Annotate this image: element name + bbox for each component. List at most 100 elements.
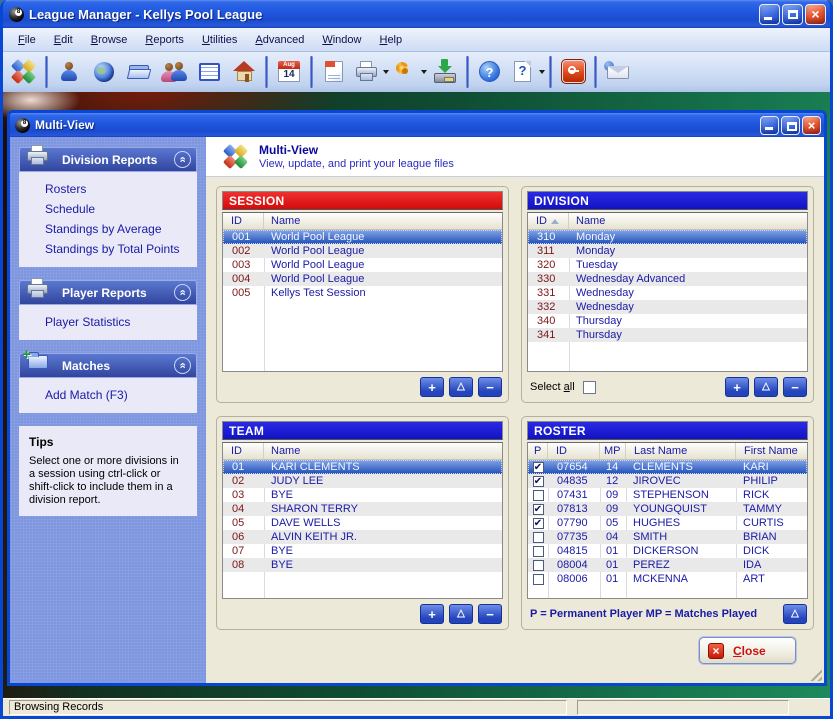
- team-row[interactable]: 05DAVE WELLS: [223, 516, 502, 530]
- team-row[interactable]: 01KARI CLEMENTS: [223, 460, 502, 474]
- division-row[interactable]: 332Wednesday: [528, 300, 807, 314]
- menu-reports[interactable]: Reports: [136, 31, 193, 49]
- install-toolbar-button[interactable]: [428, 55, 462, 89]
- roster-row[interactable]: ✔0781309YOUNGQUISTTAMMY: [528, 502, 807, 516]
- resize-grip[interactable]: [807, 666, 822, 681]
- sidebar-item-standings-by-total-points[interactable]: Standings by Total Points: [45, 239, 193, 259]
- column-header-name[interactable]: Name: [264, 443, 502, 459]
- dropdown-arrow-icon[interactable]: [383, 70, 389, 74]
- section-header-player-reports[interactable]: Player Reports«: [19, 280, 197, 305]
- permanent-player-checkbox[interactable]: [533, 490, 544, 501]
- column-header-last-name[interactable]: Last Name: [626, 443, 736, 459]
- division-edit-button[interactable]: △: [754, 377, 778, 397]
- roster-row[interactable]: 0773504SMITHBRIAN: [528, 530, 807, 544]
- team-list[interactable]: ID Name 01KARI CLEMENTS02JUDY LEE03BYE04…: [222, 442, 503, 599]
- roster-edit-button[interactable]: △: [783, 604, 807, 624]
- collapse-chevron-button[interactable]: «: [174, 284, 191, 301]
- roster-row[interactable]: 0800601MCKENNAART: [528, 572, 807, 586]
- permanent-player-checkbox[interactable]: ✔: [533, 518, 544, 529]
- collapse-chevron-button[interactable]: «: [174, 151, 191, 168]
- division-row[interactable]: 310Monday: [528, 230, 807, 244]
- column-header-name[interactable]: Name: [569, 213, 807, 229]
- roster-row[interactable]: 0800401PEREZIDA: [528, 558, 807, 572]
- roster-row[interactable]: ✔0765414CLEMENTSKARI: [528, 460, 807, 474]
- session-edit-button[interactable]: △: [449, 377, 473, 397]
- permanent-player-checkbox[interactable]: ✔: [533, 476, 544, 487]
- menu-help[interactable]: Help: [370, 31, 411, 49]
- column-header-id[interactable]: ID: [223, 443, 264, 459]
- exit-toolbar-button[interactable]: [556, 55, 590, 89]
- minimize-button[interactable]: [759, 4, 780, 25]
- sidebar-item-add-match-f3-[interactable]: Add Match (F3): [45, 385, 193, 405]
- division-row[interactable]: 340Thursday: [528, 314, 807, 328]
- collapse-chevron-button[interactable]: «: [174, 357, 191, 374]
- division-list[interactable]: ID Name 310Monday311Monday320Tuesday330W…: [527, 212, 808, 372]
- player-toolbar-button[interactable]: [52, 55, 86, 89]
- session-row[interactable]: 005Kellys Test Session: [223, 286, 502, 300]
- multiview-close-button[interactable]: ×: [802, 116, 821, 135]
- division-add-button[interactable]: +: [725, 377, 749, 397]
- team-add-button[interactable]: +: [420, 604, 444, 624]
- permanent-player-checkbox[interactable]: [533, 532, 544, 543]
- division-delete-button[interactable]: −: [783, 377, 807, 397]
- team-row[interactable]: 07BYE: [223, 544, 502, 558]
- mail-toolbar-button[interactable]: [601, 55, 635, 89]
- column-header-name[interactable]: Name: [264, 213, 502, 229]
- menu-utilities[interactable]: Utilities: [193, 31, 246, 49]
- maximize-button[interactable]: [782, 4, 803, 25]
- multiview-maximize-button[interactable]: [781, 116, 800, 135]
- menu-browse[interactable]: Browse: [82, 31, 137, 49]
- home-toolbar-button[interactable]: [227, 55, 261, 89]
- roster-list[interactable]: P ID MP Last Name First Name ✔0765414CLE…: [527, 442, 808, 599]
- column-header-p[interactable]: P: [528, 443, 548, 459]
- permanent-player-checkbox[interactable]: [533, 574, 544, 585]
- close-window-button[interactable]: ×: [805, 4, 826, 25]
- sidebar-item-standings-by-average[interactable]: Standings by Average: [45, 219, 193, 239]
- team-row[interactable]: 03BYE: [223, 488, 502, 502]
- menu-window[interactable]: Window: [313, 31, 370, 49]
- help-toolbar-button[interactable]: ?: [473, 55, 507, 89]
- section-header-division-reports[interactable]: Division Reports«: [19, 147, 197, 172]
- team-row[interactable]: 02JUDY LEE: [223, 474, 502, 488]
- column-header-id[interactable]: ID: [528, 213, 569, 229]
- session-row[interactable]: 003World Pool League: [223, 258, 502, 272]
- roster-row[interactable]: ✔0779005HUGHESCURTIS: [528, 516, 807, 530]
- menu-edit[interactable]: Edit: [45, 31, 82, 49]
- schedule-toolbar-button[interactable]: [192, 55, 226, 89]
- calendar-toolbar-button[interactable]: Aug14: [272, 55, 306, 89]
- multiview-toolbar-button[interactable]: [7, 55, 41, 89]
- web-toolbar-button[interactable]: [87, 55, 121, 89]
- column-header-first-name[interactable]: First Name: [736, 443, 807, 459]
- permanent-player-checkbox[interactable]: [533, 546, 544, 557]
- division-row[interactable]: 330Wednesday Advanced: [528, 272, 807, 286]
- session-row[interactable]: 001World Pool League: [223, 230, 502, 244]
- division-row[interactable]: 331Wednesday: [528, 286, 807, 300]
- team-row[interactable]: 04SHARON TERRY: [223, 502, 502, 516]
- column-header-id[interactable]: ID: [223, 213, 264, 229]
- team-row[interactable]: 06ALVIN KEITH JR.: [223, 530, 502, 544]
- session-row[interactable]: 004World Pool League: [223, 272, 502, 286]
- teams-toolbar-button[interactable]: [157, 55, 191, 89]
- permanent-player-checkbox[interactable]: ✔: [533, 462, 544, 473]
- menu-file[interactable]: File: [9, 31, 45, 49]
- session-row[interactable]: 002World Pool League: [223, 244, 502, 258]
- sidebar-item-schedule[interactable]: Schedule: [45, 199, 193, 219]
- report-toolbar-button[interactable]: [317, 55, 351, 89]
- close-button[interactable]: × Close: [699, 637, 796, 664]
- permanent-player-checkbox[interactable]: ✔: [533, 504, 544, 515]
- team-row[interactable]: 08BYE: [223, 558, 502, 572]
- settings-toolbar-button[interactable]: [390, 55, 427, 89]
- section-header-matches[interactable]: +Matches«: [19, 353, 197, 378]
- division-row[interactable]: 320Tuesday: [528, 258, 807, 272]
- roster-row[interactable]: 0481501DICKERSONDICK: [528, 544, 807, 558]
- permanent-player-checkbox[interactable]: [533, 560, 544, 571]
- multiview-minimize-button[interactable]: [760, 116, 779, 135]
- printer-toolbar-button[interactable]: [352, 55, 389, 89]
- session-add-button[interactable]: +: [420, 377, 444, 397]
- sidebar-item-rosters[interactable]: Rosters: [45, 179, 193, 199]
- dropdown-arrow-icon[interactable]: [421, 70, 427, 74]
- dropdown-arrow-icon[interactable]: [539, 70, 545, 74]
- roster-row[interactable]: 0743109STEPHENSONRICK: [528, 488, 807, 502]
- division-row[interactable]: 311Monday: [528, 244, 807, 258]
- team-delete-button[interactable]: −: [478, 604, 502, 624]
